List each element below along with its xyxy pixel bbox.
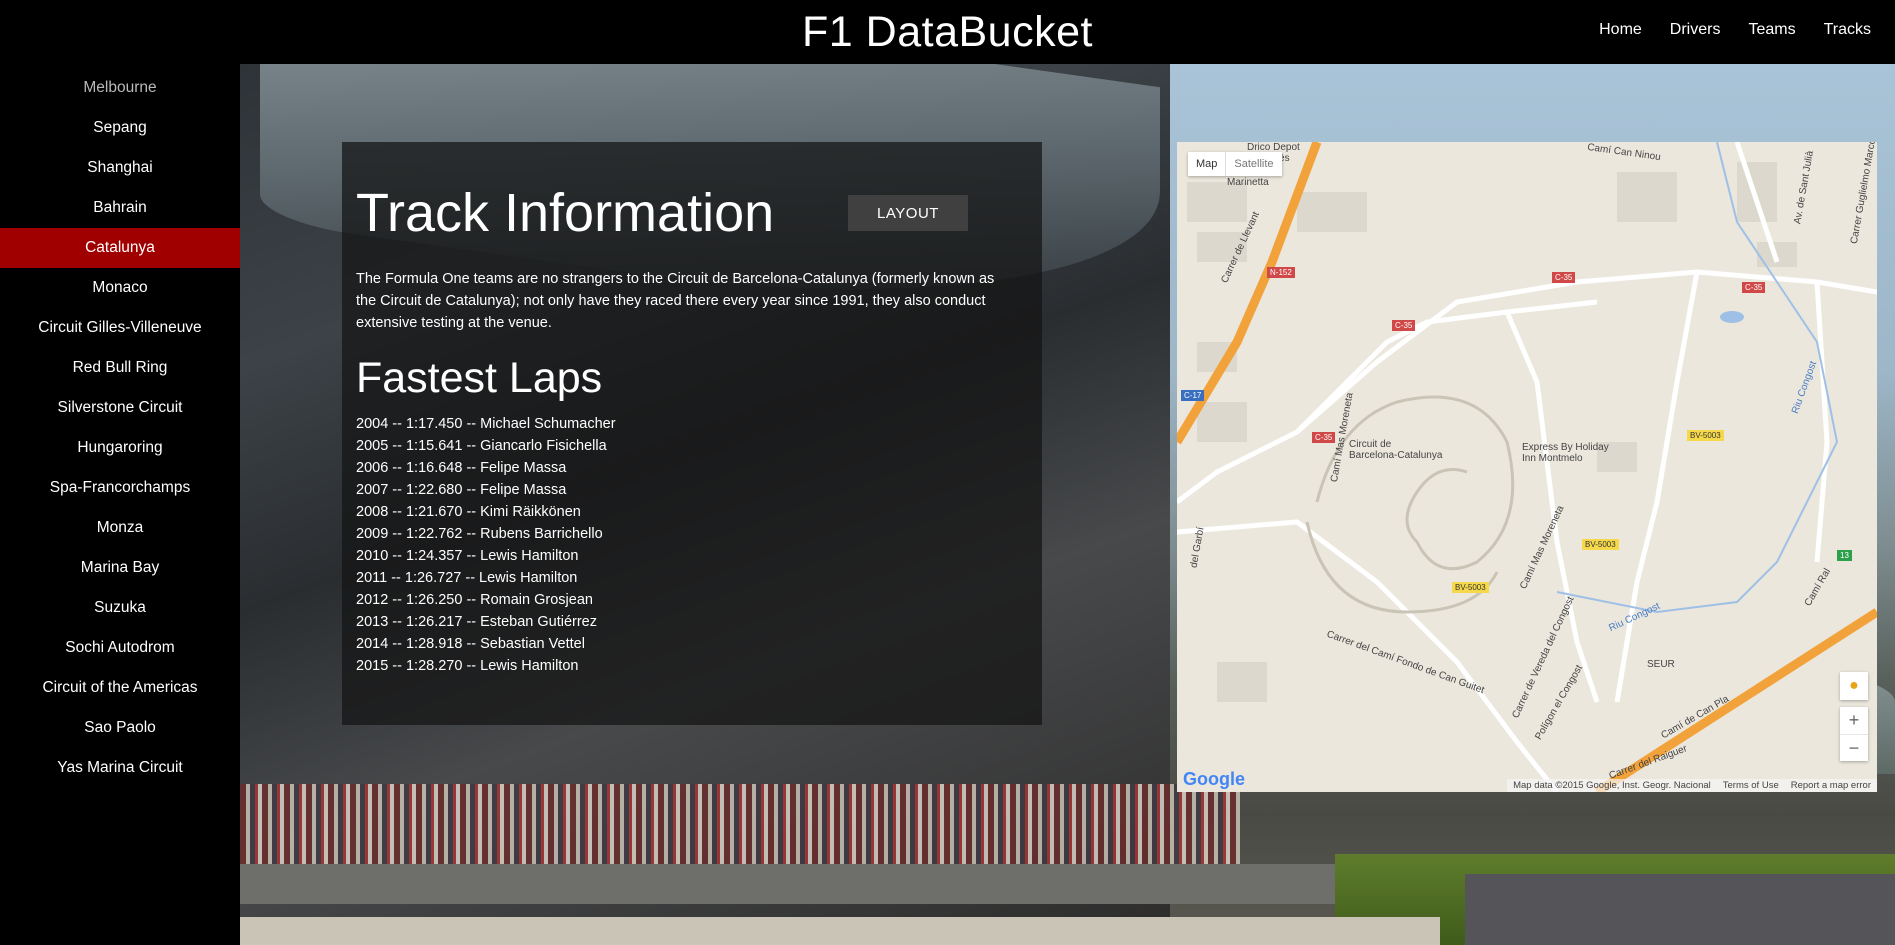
road-badge-n152: N-152 xyxy=(1267,267,1295,278)
map-label-circuit: Circuit de Barcelona-Catalunya xyxy=(1349,439,1443,461)
map-footer: Map data ©2015 Google, Inst. Geogr. Naci… xyxy=(1507,779,1877,792)
map-label-hotel: Express By Holiday Inn Montmelo xyxy=(1522,442,1609,464)
map-label-marinetta: Marinetta xyxy=(1227,177,1269,188)
sidebar-track-item[interactable]: Shanghai xyxy=(0,148,240,188)
lap-item: 2009 -- 1:22.762 -- Rubens Barrichello xyxy=(356,526,603,542)
sidebar-track-item[interactable]: Yas Marina Circuit xyxy=(0,748,240,788)
street-view-pegman-icon[interactable]: ● xyxy=(1840,672,1868,700)
fastest-laps-list: 2004 -- 1:17.450 -- Michael Schumacher 2… xyxy=(356,413,1028,677)
sidebar-track-item[interactable]: Silverstone Circuit xyxy=(0,388,240,428)
map-type-toggle: Map Satellite xyxy=(1188,152,1282,176)
road-badge-c17: C-17 xyxy=(1181,390,1205,401)
nav-home-link[interactable]: Home xyxy=(1585,21,1656,39)
road-badge-13: 13 xyxy=(1837,550,1852,561)
sidebar-track-item[interactable]: Suzuka xyxy=(0,588,240,628)
track-sidebar: Melbourne Sepang Shanghai Bahrain Catalunya M… xyxy=(0,64,240,945)
fastest-laps-title: Fastest Laps xyxy=(356,354,603,402)
lap-item: 2010 -- 1:24.357 -- Lewis Hamilton xyxy=(356,548,579,564)
road-badge-bv5003: BV-5003 xyxy=(1687,430,1724,441)
lap-item: 2012 -- 1:26.250 -- Romain Grosjean xyxy=(356,592,593,608)
track-description: The Formula One teams are no strangers t… xyxy=(356,271,995,331)
lap-item: 2008 -- 1:21.670 -- Kimi Räikkönen xyxy=(356,504,581,520)
sidebar-track-item[interactable]: Circuit of the Americas xyxy=(0,668,240,708)
map-data-credit: Map data ©2015 Google, Inst. Geogr. Naci… xyxy=(1513,780,1711,791)
lap-item: 2007 -- 1:22.680 -- Felipe Massa xyxy=(356,482,567,498)
lap-item: 2004 -- 1:17.450 -- Michael Schumacher xyxy=(356,416,616,432)
lap-item: 2015 -- 1:28.270 -- Lewis Hamilton xyxy=(356,658,579,674)
road-badge-bv5003: BV-5003 xyxy=(1452,582,1489,593)
sidebar-track-item[interactable]: Monza xyxy=(0,508,240,548)
track-map[interactable]: Map Satellite ● + − Circuit de Barcelona… xyxy=(1177,142,1877,792)
lap-item: 2011 -- 1:26.727 -- Lewis Hamilton xyxy=(356,570,578,586)
sidebar-track-item[interactable]: Red Bull Ring xyxy=(0,348,240,388)
sidebar-track-item[interactable]: Spa-Francorchamps xyxy=(0,468,240,508)
road-badge-c35: C-35 xyxy=(1312,432,1336,443)
terms-of-use-link[interactable]: Terms of Use xyxy=(1723,780,1779,791)
sidebar-track-item[interactable]: Sepang xyxy=(0,108,240,148)
nav-teams-link[interactable]: Teams xyxy=(1734,21,1809,39)
main-nav: Home Drivers Teams Tracks xyxy=(1585,21,1885,39)
lap-item: 2013 -- 1:26.217 -- Esteban Gutiérrez xyxy=(356,614,597,630)
sidebar-track-item[interactable]: Marina Bay xyxy=(0,548,240,588)
crowd-shape xyxy=(240,784,1240,874)
sidebar-track-item[interactable]: Bahrain xyxy=(0,188,240,228)
road-badge-bv5003: BV-5003 xyxy=(1582,539,1619,550)
lap-item: 2014 -- 1:28.918 -- Sebastian Vettel xyxy=(356,636,585,652)
nav-tracks-link[interactable]: Tracks xyxy=(1810,21,1885,39)
track-surface-shape xyxy=(1465,874,1895,945)
zoom-controls: + − xyxy=(1840,707,1868,761)
google-logo: Google xyxy=(1183,769,1245,789)
sidebar-track-item[interactable]: Catalunya xyxy=(0,228,240,268)
road-badge-c35: C-35 xyxy=(1742,282,1766,293)
map-type-satellite[interactable]: Satellite xyxy=(1225,152,1281,176)
zoom-in-button[interactable]: + xyxy=(1840,707,1868,734)
sidebar-track-item[interactable]: Sao Paolo xyxy=(0,708,240,748)
nav-drivers-link[interactable]: Drivers xyxy=(1656,21,1735,39)
lap-item: 2005 -- 1:15.641 -- Giancarlo Fisichella xyxy=(356,438,607,454)
fence-shape xyxy=(240,864,1340,904)
sidebar-track-item[interactable]: Sochi Autodrom xyxy=(0,628,240,668)
map-type-map[interactable]: Map xyxy=(1188,152,1225,176)
report-map-error-link[interactable]: Report a map error xyxy=(1791,780,1871,791)
sidebar-track-item[interactable]: Melbourne xyxy=(0,68,240,108)
map-label-seur: SEUR xyxy=(1647,659,1675,670)
runoff-shape xyxy=(240,917,1440,945)
sidebar-track-item[interactable]: Hungaroring xyxy=(0,428,240,468)
sidebar-track-item[interactable]: Circuit Gilles-Villeneuve xyxy=(0,308,240,348)
zoom-out-button[interactable]: − xyxy=(1840,734,1868,761)
layout-button[interactable]: LAYOUT xyxy=(848,195,968,231)
top-navbar: F1 DataBucket Home Drivers Teams Tracks xyxy=(0,0,1895,64)
sidebar-track-item[interactable]: Monaco xyxy=(0,268,240,308)
track-info-panel: Track Information LAYOUT The Formula One… xyxy=(342,142,1042,725)
road-badge-c35: C-35 xyxy=(1392,320,1416,331)
lap-item: 2006 -- 1:16.648 -- Felipe Massa xyxy=(356,460,567,476)
road-badge-c35: C-35 xyxy=(1552,272,1576,283)
